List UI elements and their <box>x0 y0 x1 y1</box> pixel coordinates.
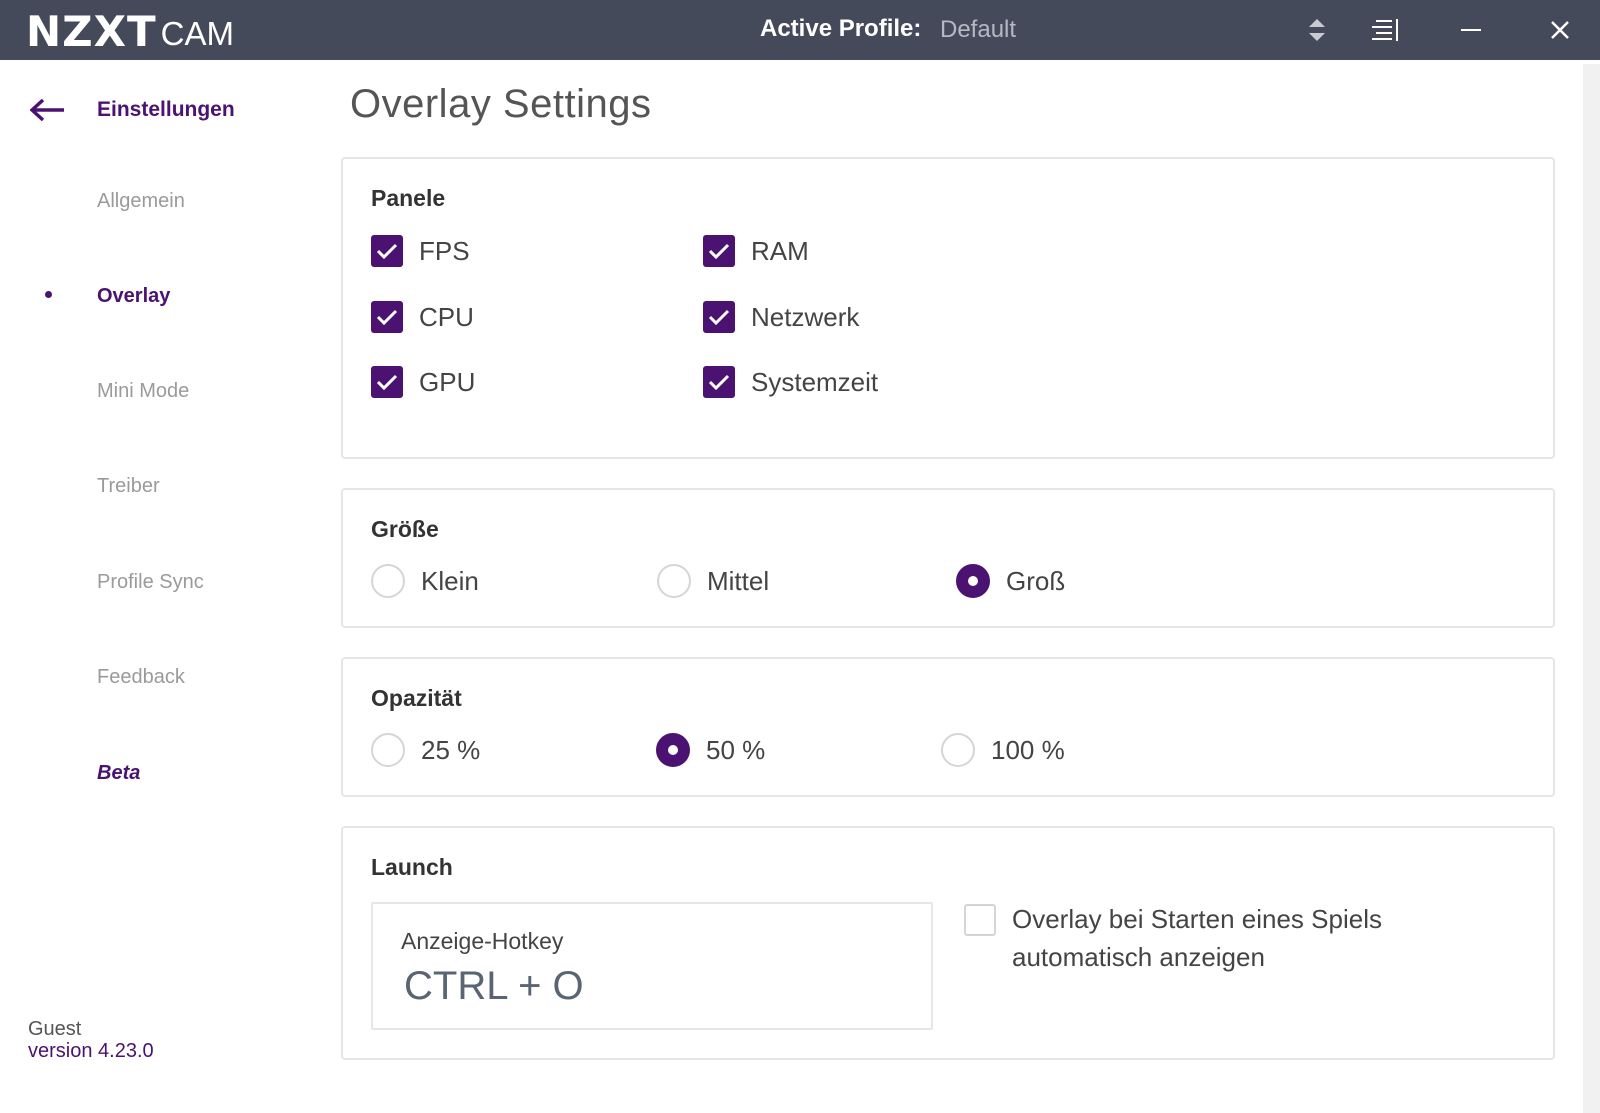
radio-circle <box>657 564 691 598</box>
panels-section: Panele FPS CPU GPU RAM Netzwerk Systemze… <box>341 157 1555 459</box>
radio-circle <box>371 733 405 767</box>
radio-selected-circle <box>656 733 690 767</box>
nzxt-cam-logo: NZXT CAM <box>26 6 234 54</box>
checkbox-gpu[interactable]: GPU <box>371 366 475 398</box>
opacity-section: Opazität 25 % 50 % 100 % <box>341 657 1555 797</box>
opacity-section-title: Opazität <box>371 685 462 711</box>
checkbox-label: GPU <box>419 366 476 397</box>
active-profile-value[interactable]: Default <box>940 16 1016 44</box>
checkbox-checked-icon <box>703 235 735 267</box>
hotkey-value: CTRL + O <box>404 964 584 1008</box>
close-icon[interactable] <box>1540 12 1580 48</box>
active-profile-label: Active Profile: <box>760 15 922 42</box>
checkbox-checked-icon <box>371 235 403 267</box>
size-section: Größe Klein Mittel Groß <box>341 488 1555 628</box>
auto-show-label: Overlay bei Starten eines Spiels automat… <box>1012 904 1382 972</box>
sidebar-item-profile-sync[interactable]: Profile Sync <box>97 571 204 594</box>
auto-show-checkbox[interactable]: Overlay bei Starten eines Spiels automat… <box>964 904 1432 976</box>
checkbox-label: FPS <box>419 235 470 266</box>
checkbox-label: CPU <box>419 301 474 332</box>
panels-section-title: Panele <box>371 185 446 211</box>
radio-opacity-100[interactable]: 100 % <box>941 733 1065 767</box>
title-bar: NZXT CAM Active Profile: Default <box>0 0 1600 60</box>
checkbox-label: Systemzeit <box>751 366 879 397</box>
radio-gross[interactable]: Groß <box>956 564 1065 598</box>
radio-label: Mittel <box>707 565 770 596</box>
checkbox-label: RAM <box>751 235 809 266</box>
checkbox-label: Netzwerk <box>751 301 860 332</box>
hotkey-field[interactable]: Anzeige-Hotkey CTRL + O <box>371 902 933 1030</box>
page-title: Overlay Settings <box>350 82 652 126</box>
checkbox-checked-icon <box>703 366 735 398</box>
active-indicator-dot <box>45 291 52 298</box>
radio-label: 100 % <box>991 734 1065 765</box>
checkbox-cpu[interactable]: CPU <box>371 301 474 333</box>
radio-circle <box>371 564 405 598</box>
checkbox-checked-icon <box>371 301 403 333</box>
checkbox-systemzeit[interactable]: Systemzeit <box>703 366 878 398</box>
sidebar-item-overlay[interactable]: Overlay <box>97 285 170 308</box>
minimize-icon[interactable] <box>1451 12 1491 48</box>
sidebar-item-feedback[interactable]: Feedback <box>97 666 185 689</box>
radio-label: Groß <box>1006 565 1066 596</box>
user-name: Guest <box>28 1018 82 1040</box>
scrollbar[interactable] <box>1583 64 1600 1113</box>
logo-sub-text: CAM <box>160 15 234 52</box>
sidebar: Einstellungen Allgemein Overlay Mini Mod… <box>0 60 330 1113</box>
hotkey-label: Anzeige-Hotkey <box>401 928 564 954</box>
radio-label: Klein <box>421 565 479 596</box>
radio-label: 25 % <box>421 734 481 765</box>
version-text: version 4.23.0 <box>28 1040 154 1062</box>
radio-klein[interactable]: Klein <box>371 564 479 598</box>
radio-circle <box>941 733 975 767</box>
size-section-title: Größe <box>371 516 439 542</box>
launch-section: Launch Anzeige-Hotkey CTRL + O Overlay b… <box>341 826 1555 1060</box>
radio-opacity-50[interactable]: 50 % <box>656 733 765 767</box>
checkbox-checked-icon <box>703 301 735 333</box>
radio-label: 50 % <box>706 734 766 765</box>
sidebar-item-treiber[interactable]: Treiber <box>97 475 160 498</box>
checkbox-ram[interactable]: RAM <box>703 235 809 267</box>
sidebar-item-beta[interactable]: Beta <box>97 762 140 785</box>
sidebar-item-allgemein[interactable]: Allgemein <box>97 190 185 213</box>
radio-mittel[interactable]: Mittel <box>657 564 769 598</box>
menu-icon[interactable] <box>1365 12 1405 48</box>
sidebar-title[interactable]: Einstellungen <box>97 98 235 122</box>
logo-main-text: NZXT <box>26 7 157 56</box>
checkbox-unchecked-icon <box>964 904 996 936</box>
checkbox-checked-icon <box>371 366 403 398</box>
checkbox-fps[interactable]: FPS <box>371 235 470 267</box>
checkbox-netzwerk[interactable]: Netzwerk <box>703 301 859 333</box>
radio-selected-circle <box>956 564 990 598</box>
back-arrow-icon[interactable] <box>29 98 70 122</box>
launch-section-title: Launch <box>371 854 453 880</box>
radio-opacity-25[interactable]: 25 % <box>371 733 480 767</box>
profile-switch-icon[interactable] <box>1297 12 1337 48</box>
sidebar-item-mini-mode[interactable]: Mini Mode <box>97 380 189 403</box>
